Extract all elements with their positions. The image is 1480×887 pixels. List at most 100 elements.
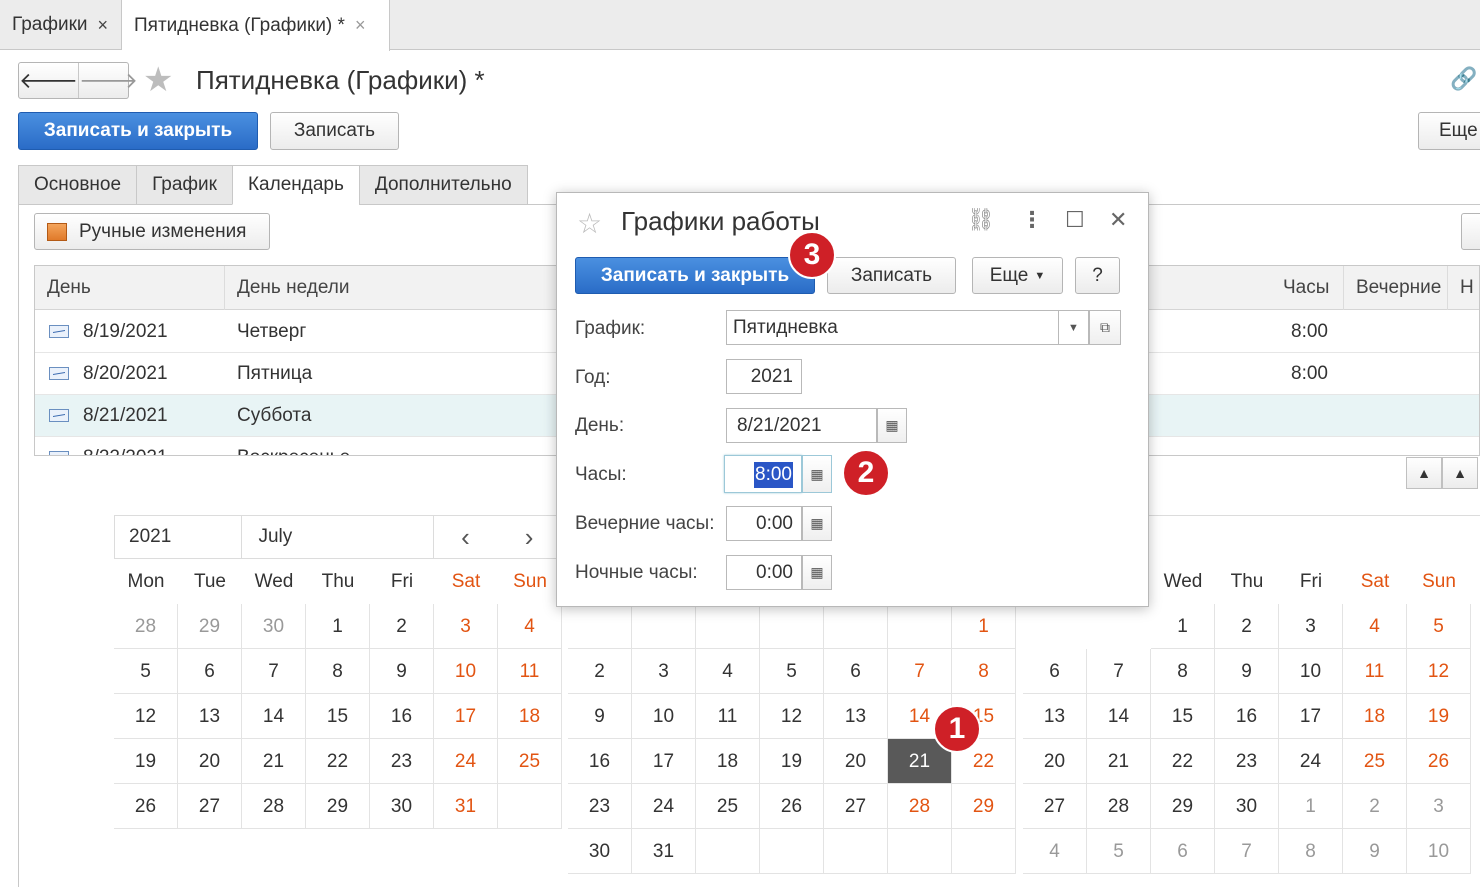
calendar-day[interactable]: 5 [1087, 829, 1151, 874]
calculator-icon[interactable]: ▦ [802, 506, 832, 541]
calendar-day[interactable]: 11 [696, 694, 760, 739]
calendar-day[interactable]: 3 [434, 604, 498, 649]
tab-main[interactable]: Основное [18, 165, 137, 205]
close-icon[interactable]: ✕ [1109, 207, 1127, 233]
window-tab-five-day[interactable]: Пятидневка (Графики) * × [122, 0, 390, 51]
calendar-day[interactable]: 9 [370, 649, 434, 694]
calendar-day[interactable]: 23 [568, 784, 632, 829]
calendar-day[interactable]: 4 [1023, 829, 1087, 874]
calendar-month-select[interactable]: July [242, 516, 434, 558]
save-and-close-button[interactable]: Записать и закрыть [18, 112, 258, 150]
calendar-day[interactable]: 28 [242, 784, 306, 829]
calendar-day[interactable]: 31 [632, 829, 696, 874]
forward-arrow-icon[interactable]: 🡒 [79, 63, 138, 98]
calendar-day[interactable]: 11 [498, 649, 562, 694]
calendar-day[interactable]: 2 [370, 604, 434, 649]
calendar-day[interactable]: 20 [1023, 739, 1087, 784]
calendar-day[interactable]: 21 [242, 739, 306, 784]
column-header-day[interactable]: День [35, 266, 225, 310]
more-vertical-icon[interactable]: ⋮ [1021, 207, 1043, 233]
calendar-day[interactable]: 1 [952, 604, 1016, 649]
calendar-day[interactable]: 30 [1215, 784, 1279, 829]
calendar-day[interactable]: 30 [242, 604, 306, 649]
calendar-day[interactable]: 28 [1087, 784, 1151, 829]
calendar-day[interactable]: 2 [568, 649, 632, 694]
dialog-more-button[interactable]: Еще ▼ [972, 257, 1063, 294]
calendar-day[interactable]: 12 [114, 694, 178, 739]
calendar-day[interactable]: 18 [1343, 694, 1407, 739]
calendar-day[interactable]: 29 [178, 604, 242, 649]
calendar-day[interactable]: 12 [1407, 649, 1471, 694]
calendar-day[interactable]: 16 [568, 739, 632, 784]
calendar-day[interactable]: 2 [1343, 784, 1407, 829]
calendar-day[interactable]: 13 [1023, 694, 1087, 739]
link-icon[interactable]: ⛓ [967, 207, 995, 233]
calendar-day[interactable]: 29 [1151, 784, 1215, 829]
more-button[interactable]: Еще [1418, 112, 1480, 150]
calendar-day[interactable]: 20 [178, 739, 242, 784]
calendar-day[interactable]: 30 [370, 784, 434, 829]
calendar-day[interactable]: 20 [824, 739, 888, 784]
calendar-year[interactable]: 2021 [115, 516, 243, 558]
calendar-day[interactable]: 4 [498, 604, 562, 649]
calendar-icon[interactable]: ▦ [877, 408, 907, 443]
calendar-day[interactable]: 22 [306, 739, 370, 784]
tab-additional[interactable]: Дополнительно [358, 165, 528, 205]
tab-calendar[interactable]: Календарь [231, 165, 359, 205]
calendar-day[interactable]: 1 [306, 604, 370, 649]
chevron-right-icon[interactable]: › [497, 522, 561, 553]
calendar-day[interactable]: 17 [1279, 694, 1343, 739]
calendar-day[interactable]: 29 [952, 784, 1016, 829]
chevron-left-icon[interactable]: ‹ [434, 522, 498, 553]
calendar-day[interactable]: 28 [888, 784, 952, 829]
favorite-star-icon[interactable]: ★ [143, 62, 173, 99]
calendar-day[interactable]: 4 [1343, 604, 1407, 649]
column-header-evening[interactable]: Вечерние [1344, 266, 1448, 310]
calendar-day[interactable]: 8 [306, 649, 370, 694]
calendar-day[interactable]: 26 [1407, 739, 1471, 784]
extra-button[interactable] [1461, 213, 1480, 250]
open-icon[interactable]: ⧉ [1089, 310, 1121, 345]
calculator-icon[interactable]: ▦ [802, 555, 832, 590]
calendar-day[interactable]: 17 [434, 694, 498, 739]
calendar-day[interactable]: 27 [1023, 784, 1087, 829]
calendar-day[interactable]: 19 [760, 739, 824, 784]
dialog-save-and-close-button[interactable]: Записать и закрыть [575, 257, 815, 294]
calendar-day[interactable]: 7 [1215, 829, 1279, 874]
calendar-day[interactable]: 6 [1023, 649, 1087, 694]
calendar-day[interactable]: 5 [1407, 604, 1471, 649]
column-header-night[interactable]: Н [1448, 266, 1479, 310]
calendar-day[interactable]: 7 [1087, 649, 1151, 694]
calendar-day[interactable]: 18 [498, 694, 562, 739]
calendar-day[interactable]: 8 [1151, 649, 1215, 694]
calendar-day[interactable]: 25 [696, 784, 760, 829]
calendar-day[interactable]: 27 [178, 784, 242, 829]
calendar-day[interactable]: 10 [434, 649, 498, 694]
column-header-hours[interactable]: Часы [1271, 266, 1344, 310]
calendar-day[interactable]: 13 [824, 694, 888, 739]
window-tab-graphs[interactable]: Графики × [0, 0, 122, 50]
calendar-day[interactable]: 15 [1151, 694, 1215, 739]
calendar-day[interactable]: 24 [434, 739, 498, 784]
year-field[interactable]: 2021 [726, 359, 802, 394]
scroll-top-icon[interactable]: ▲ [1406, 457, 1442, 489]
calendar-day[interactable]: 28 [114, 604, 178, 649]
calendar-day[interactable]: 13 [178, 694, 242, 739]
hours-field[interactable]: 8:00 [724, 455, 802, 493]
calendar-day[interactable]: 14 [1087, 694, 1151, 739]
dialog-save-button[interactable]: Записать [827, 257, 956, 294]
calendar-day[interactable]: 5 [760, 649, 824, 694]
calculator-icon[interactable]: ▦ [802, 455, 832, 493]
calendar-day[interactable]: 23 [1215, 739, 1279, 784]
link-icon[interactable]: 🔗 [1450, 66, 1477, 92]
calendar-day[interactable]: 8 [1279, 829, 1343, 874]
calendar-day[interactable]: 19 [1407, 694, 1471, 739]
back-arrow-icon[interactable]: 🡐 [19, 63, 79, 98]
tab-schedule[interactable]: График [136, 165, 232, 205]
calendar-day[interactable]: 18 [696, 739, 760, 784]
calendar-day[interactable]: 9 [1343, 829, 1407, 874]
calendar-day[interactable]: 3 [1407, 784, 1471, 829]
calendar-day[interactable]: 12 [760, 694, 824, 739]
calendar-day[interactable]: 11 [1343, 649, 1407, 694]
calendar-day[interactable]: 17 [632, 739, 696, 784]
